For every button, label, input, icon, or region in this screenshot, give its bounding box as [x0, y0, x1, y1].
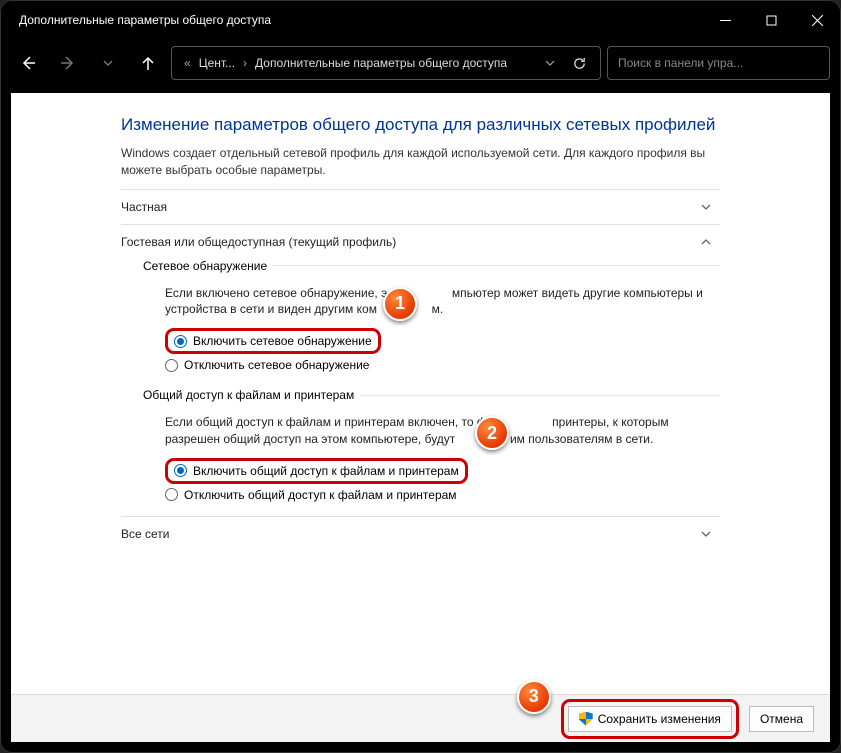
- radio-label: Отключить сетевое обнаружение: [184, 358, 369, 372]
- radio-label: Включить общий доступ к файлам и принтер…: [193, 464, 459, 478]
- address-dropdown[interactable]: [538, 58, 562, 68]
- highlight-1: Включить сетевое обнаружение: [165, 328, 381, 354]
- sections: Частная Гостевая или общедоступная (теку…: [11, 189, 830, 551]
- radio-network-discovery-on[interactable]: Включить сетевое обнаружение: [143, 326, 720, 356]
- section-all-networks-title: Все сети: [121, 527, 170, 541]
- titlebar: Дополнительные параметры общего доступа: [1, 1, 840, 39]
- radio-icon: [174, 335, 187, 348]
- annotation-badge-3: 3: [517, 680, 551, 714]
- close-button[interactable]: [794, 1, 840, 39]
- group-file-sharing-label: Общий доступ к файлам и принтерам: [143, 388, 354, 402]
- chevron-up-icon: [700, 236, 720, 248]
- section-guest-title: Гостевая или общедоступная (текущий проф…: [121, 235, 396, 249]
- annotation-badge-2: 2: [475, 416, 509, 450]
- group-file-sharing-text: Если общий доступ к файлам и принтерам в…: [143, 408, 720, 456]
- window-controls: [702, 1, 840, 39]
- chevron-down-icon: [700, 201, 720, 213]
- highlight-3: Сохранить изменения: [561, 699, 739, 739]
- breadcrumb-part-2[interactable]: Дополнительные параметры общего доступа: [255, 56, 507, 70]
- section-private-title: Частная: [121, 200, 167, 214]
- footer: 3 Сохранить изменения Отмена: [11, 694, 830, 742]
- search-input[interactable]: Поиск в панели упра...: [607, 46, 830, 80]
- section-guest[interactable]: Гостевая или общедоступная (текущий проф…: [121, 224, 720, 259]
- radio-file-sharing-off[interactable]: Отключить общий доступ к файлам и принте…: [143, 486, 720, 504]
- up-button[interactable]: [131, 46, 165, 80]
- page-description: Windows создает отдельный сетевой профил…: [11, 145, 830, 189]
- section-guest-body: Сетевое обнаружение Если включено сетево…: [121, 259, 720, 504]
- group-network-discovery-text: Если включено сетевое обнаружение, э мпь…: [143, 279, 720, 327]
- divider: [360, 395, 720, 396]
- minimize-button[interactable]: [702, 1, 748, 39]
- group-file-sharing: Общий доступ к файлам и принтерам: [143, 388, 720, 402]
- window: Дополнительные параметры общего доступа: [0, 0, 841, 753]
- save-button-label: Сохранить изменения: [598, 712, 721, 726]
- radio-file-sharing-on[interactable]: Включить общий доступ к файлам и принтер…: [143, 456, 720, 486]
- annotation-badge-1: 1: [383, 287, 417, 321]
- radio-label: Отключить общий доступ к файлам и принте…: [184, 488, 457, 502]
- window-title: Дополнительные параметры общего доступа: [19, 13, 271, 27]
- back-button[interactable]: [11, 46, 45, 80]
- highlight-2: Включить общий доступ к файлам и принтер…: [165, 458, 468, 484]
- radio-icon: [174, 464, 187, 477]
- section-all-networks[interactable]: Все сети: [121, 516, 720, 551]
- forward-button[interactable]: [51, 46, 85, 80]
- navbar: « Цент... › Дополнительные параметры общ…: [1, 39, 840, 87]
- maximize-button[interactable]: [748, 1, 794, 39]
- divider: [273, 265, 720, 266]
- refresh-button[interactable]: [566, 46, 592, 80]
- breadcrumb-sep: ›: [239, 56, 251, 70]
- cancel-button[interactable]: Отмена: [749, 706, 814, 732]
- recent-dropdown[interactable]: [91, 46, 125, 80]
- cancel-button-label: Отмена: [760, 712, 803, 726]
- breadcrumb-prefix: «: [180, 56, 195, 70]
- chevron-down-icon: [700, 528, 720, 540]
- radio-network-discovery-off[interactable]: Отключить сетевое обнаружение: [143, 356, 720, 374]
- radio-icon: [165, 359, 178, 372]
- breadcrumb-part-1[interactable]: Цент...: [199, 56, 235, 70]
- radio-icon: [165, 488, 178, 501]
- content-area: Изменение параметров общего доступа для …: [11, 93, 830, 694]
- group-network-discovery-label: Сетевое обнаружение: [143, 259, 267, 273]
- search-placeholder: Поиск в панели упра...: [618, 56, 743, 70]
- shield-icon: [579, 712, 593, 726]
- address-bar[interactable]: « Цент... › Дополнительные параметры общ…: [171, 46, 601, 80]
- section-private[interactable]: Частная: [121, 189, 720, 224]
- group-network-discovery: Сетевое обнаружение: [143, 259, 720, 273]
- radio-label: Включить сетевое обнаружение: [193, 334, 372, 348]
- save-button[interactable]: Сохранить изменения: [568, 706, 732, 732]
- page-heading: Изменение параметров общего доступа для …: [11, 93, 830, 145]
